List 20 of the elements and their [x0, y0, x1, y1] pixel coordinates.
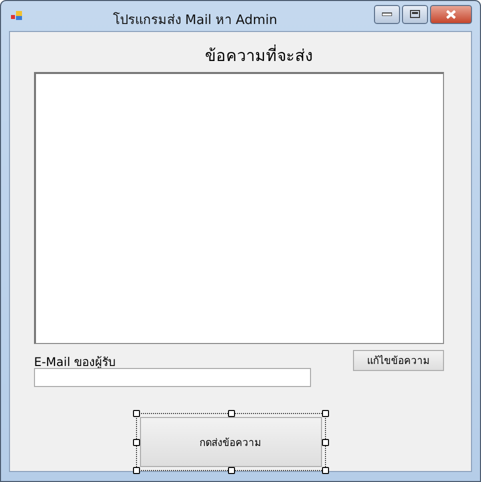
resize-handle[interactable]	[132, 410, 140, 417]
close-icon	[445, 10, 457, 18]
resize-handle[interactable]	[322, 467, 328, 474]
send-message-button[interactable]: กดส่งข้อความ	[140, 417, 322, 467]
maximize-icon	[410, 10, 420, 18]
resize-handle[interactable]	[228, 467, 234, 474]
resize-handle[interactable]	[132, 467, 140, 474]
minimize-button[interactable]	[374, 4, 400, 24]
minimize-icon	[382, 12, 392, 16]
app-icon	[11, 11, 23, 21]
resize-handle[interactable]	[228, 410, 234, 417]
maximize-button[interactable]	[402, 4, 428, 24]
resize-handle[interactable]	[322, 410, 328, 417]
email-input[interactable]	[34, 368, 311, 387]
window-title: โปรแกรมส่ง Mail หา Admin	[113, 11, 278, 30]
close-button[interactable]	[430, 4, 472, 24]
resize-handle[interactable]	[132, 439, 140, 446]
edit-message-button[interactable]: แก้ไขข้อความ	[353, 350, 444, 371]
email-label: E-Mail ของผู้รับ	[34, 354, 116, 371]
form-heading: ข้อความที่จะส่ง	[204, 44, 314, 67]
